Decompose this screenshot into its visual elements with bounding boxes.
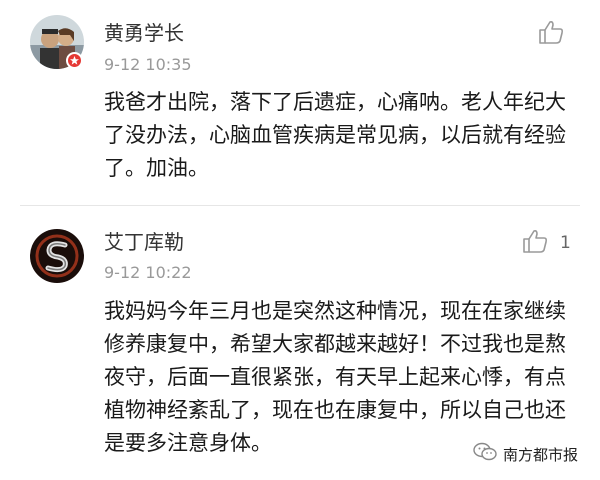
like-button[interactable]: 1	[522, 229, 571, 257]
comment-text: 我爸才出院，落下了后遗症，心痛呐。老人年纪大了没办法，心脑血管疾病是常见病，以后…	[104, 90, 566, 180]
thumbs-up-icon	[522, 229, 548, 257]
comment-item: 黄勇学长 9-12 10:35 我爸才出院，落下了后遗症，心痛呐。老人年纪大了没…	[0, 0, 600, 205]
avatar-photo	[30, 229, 84, 283]
verified-badge-icon	[66, 52, 83, 69]
watermark-text: 南方都市报	[502, 445, 578, 464]
like-count: 1	[560, 233, 571, 253]
username[interactable]: 艾丁库勒	[104, 230, 184, 254]
comment-timestamp: 9-12 10:35	[104, 55, 192, 74]
thumbs-up-icon	[538, 20, 564, 48]
comment-item: 艾丁库勒 9-12 10:22 1 我妈妈今年三月也是突然这种情况，现在在家继续…	[0, 205, 600, 480]
comment-timestamp: 9-12 10:22	[104, 263, 192, 282]
source-watermark: 南方都市报	[468, 440, 582, 468]
wechat-icon	[473, 442, 497, 466]
avatar[interactable]	[30, 229, 84, 283]
like-button[interactable]	[538, 20, 576, 48]
username[interactable]: 黄勇学长	[104, 21, 184, 45]
comment-text: 我妈妈今年三月也是突然这种情况，现在在家继续修养康复中，希望大家都越来越好！不过…	[104, 299, 566, 455]
comment-list: 黄勇学长 9-12 10:35 我爸才出院，落下了后遗症，心痛呐。老人年纪大了没…	[0, 0, 600, 480]
